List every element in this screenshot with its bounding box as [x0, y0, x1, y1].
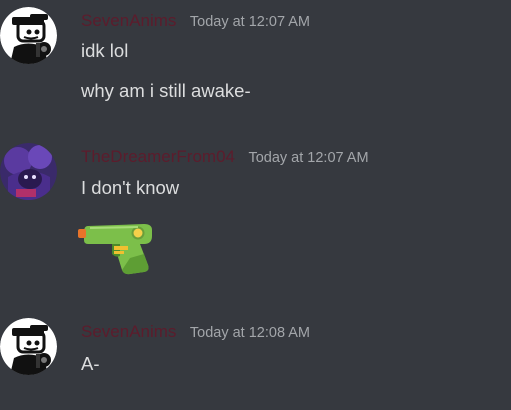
message-header: TheDreamerFrom04 Today at 12:07 AM — [81, 146, 369, 170]
avatar-icon — [0, 143, 57, 200]
username[interactable]: SevenAnims — [81, 321, 176, 343]
chat-messages: SevenAnims Today at 12:07 AM idk lol why… — [0, 0, 511, 410]
message-text: idk lol — [81, 40, 129, 61]
avatar[interactable] — [0, 318, 57, 375]
username[interactable]: SevenAnims — [81, 10, 176, 32]
avatar-icon — [0, 318, 57, 375]
water-pistol-icon — [78, 224, 152, 275]
timestamp[interactable]: Today at 12:08 AM — [190, 322, 310, 344]
avatar[interactable] — [0, 7, 57, 64]
username[interactable]: TheDreamerFrom04 — [81, 146, 235, 168]
timestamp[interactable]: Today at 12:07 AM — [248, 147, 368, 169]
timestamp[interactable]: Today at 12:07 AM — [190, 11, 310, 33]
message-header: SevenAnims Today at 12:08 AM — [81, 321, 310, 345]
message-text: I don't know — [81, 177, 180, 198]
avatar-icon — [0, 7, 57, 64]
message-text: A- — [81, 353, 100, 374]
avatar[interactable] — [0, 143, 57, 200]
message-text: why am i still awake- — [81, 80, 251, 101]
message-header: SevenAnims Today at 12:07 AM — [81, 10, 310, 34]
water-pistol-emoji — [78, 218, 156, 283]
